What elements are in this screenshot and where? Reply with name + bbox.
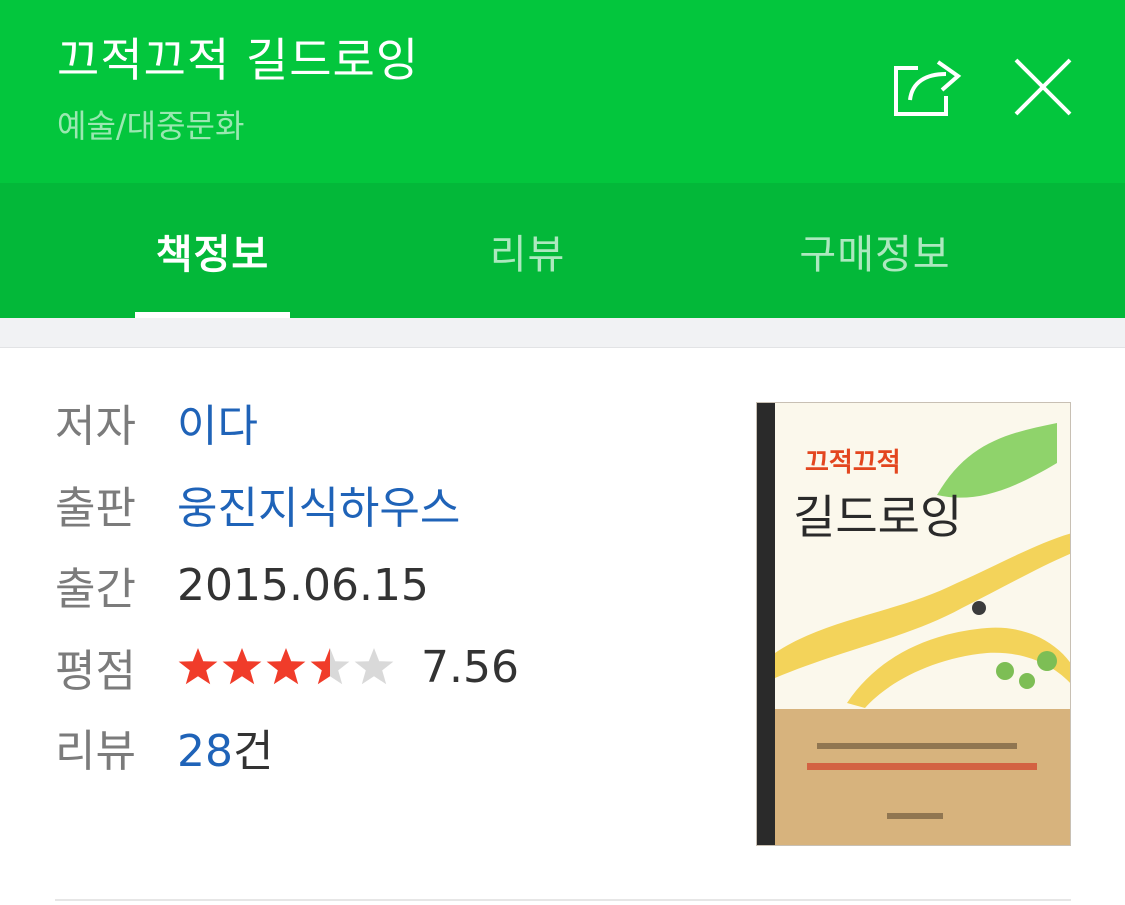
book-title: 끄적끄적 길드로잉 xyxy=(57,33,420,87)
rating-row: 평점 7.56 xyxy=(55,637,519,698)
published-row: 출간 2015.06.15 xyxy=(55,555,429,616)
publisher-label: 출판 xyxy=(55,483,136,534)
author-row: 저자 이다 xyxy=(55,392,258,452)
star-icon xyxy=(222,648,262,685)
published-label: 출간 xyxy=(55,564,136,615)
rating-stars xyxy=(177,646,395,688)
section-divider xyxy=(0,318,1125,348)
book-category: 예술/대중문화 xyxy=(57,107,245,145)
cover-title-large: 길드로잉 xyxy=(793,490,962,544)
publisher-link[interactable]: 웅진지식하우스 xyxy=(177,472,460,536)
publisher-row: 출판 웅진지식하우스 xyxy=(55,474,460,534)
star-icon xyxy=(354,648,394,685)
tab-purchase-info[interactable]: 구매정보 xyxy=(775,183,975,318)
tab-bar: 책정보 리뷰 구매정보 xyxy=(0,183,1125,318)
rating-label: 평점 xyxy=(55,646,136,697)
tab-book-info[interactable]: 책정보 xyxy=(125,183,300,318)
app-header: 끄적끄적 길드로잉 예술/대중문화 xyxy=(0,0,1125,183)
review-label: 리뷰 xyxy=(55,726,136,777)
review-count-link[interactable]: 28건 xyxy=(177,715,273,779)
review-unit: 건 xyxy=(233,726,274,777)
rating-score: 7.56 xyxy=(421,641,519,693)
book-cover-image[interactable]: 끄적끄적 길드로잉 xyxy=(756,402,1071,846)
star-icon xyxy=(266,648,306,685)
tab-reviews[interactable]: 리뷰 xyxy=(445,183,610,318)
review-count: 28 xyxy=(177,726,233,777)
author-link[interactable]: 이다 xyxy=(177,390,258,454)
share-icon[interactable] xyxy=(892,56,964,116)
bottom-divider xyxy=(55,899,1071,901)
author-label: 저자 xyxy=(55,401,136,452)
cover-title-small: 끄적끄적 xyxy=(805,448,901,478)
close-icon[interactable] xyxy=(1012,56,1074,118)
star-icon xyxy=(178,648,218,685)
star-icon xyxy=(310,648,350,685)
review-row: 리뷰 28건 xyxy=(55,717,273,777)
published-date: 2015.06.15 xyxy=(177,559,429,611)
